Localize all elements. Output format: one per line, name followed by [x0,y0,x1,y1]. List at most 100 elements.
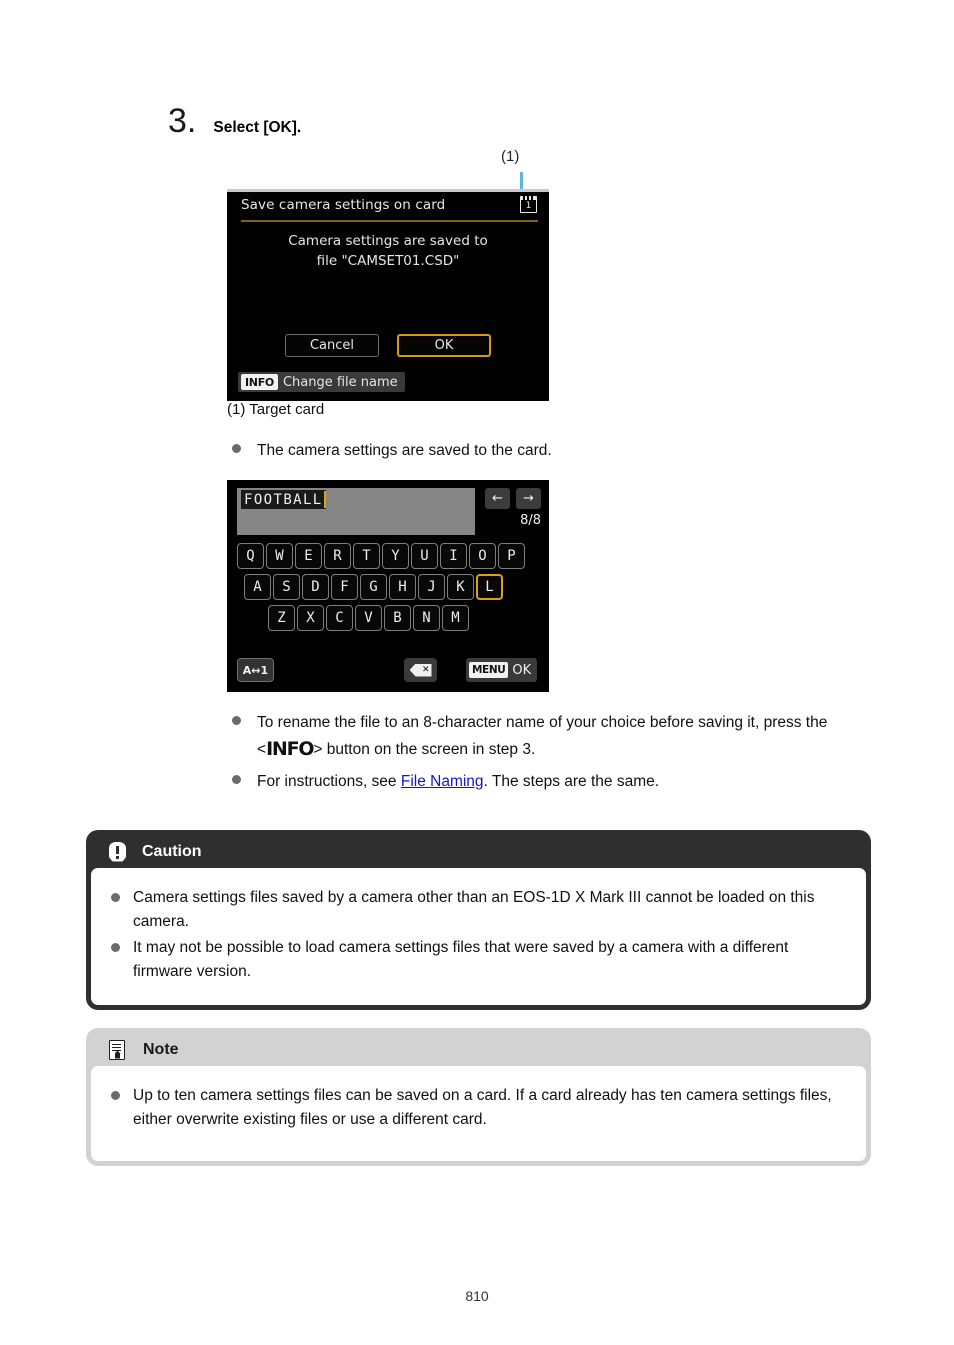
file-naming-link[interactable]: File Naming [401,773,484,790]
bullet-rename-file-text: To rename the file to an 8-character nam… [257,710,882,763]
dialog-message: Camera settings are saved to file "CAMSE… [227,231,549,271]
key-g[interactable]: G [360,574,387,600]
keyboard-row-2: A S D F G H J K L [244,574,503,600]
page-number: 810 [465,1288,489,1304]
card-slot-number: 1 [525,201,532,211]
key-b[interactable]: B [384,605,411,631]
key-o[interactable]: O [469,543,496,569]
key-w[interactable]: W [266,543,293,569]
bullet-dot-icon [111,1091,120,1100]
bullet-saved-to-card-text: The camera settings are saved to the car… [257,442,552,459]
arrow-right-icon[interactable]: → [516,488,541,509]
note-box: Note Up to ten camera settings files can… [86,1028,871,1166]
note-document-icon [109,1039,125,1060]
dialog-top-bar [227,189,549,192]
key-a[interactable]: A [244,574,271,600]
key-q[interactable]: Q [237,543,264,569]
keyboard-bottom-bar: A↔1 ✕ MENU OK [227,658,549,686]
file-name-input-field[interactable]: FOOTBALL [237,488,475,535]
menu-button-badge: MENU [469,662,509,678]
instructions-part2: . The steps are the same. [483,773,660,790]
key-r[interactable]: R [324,543,351,569]
bullet-dot-icon [111,943,120,952]
key-t[interactable]: T [353,543,380,569]
bullet-dot-icon [232,716,241,725]
key-n[interactable]: N [413,605,440,631]
input-mode-toggle[interactable]: A↔1 [237,658,274,682]
file-name-entry: FOOTBALL [241,490,326,509]
key-y[interactable]: Y [382,543,409,569]
change-file-name-action[interactable]: INFO Change file name [238,372,405,392]
key-s[interactable]: S [273,574,300,600]
key-h[interactable]: H [389,574,416,600]
key-k[interactable]: K [447,574,474,600]
key-i[interactable]: I [440,543,467,569]
bullet-rename-file: To rename the file to an 8-character nam… [232,710,882,763]
keyboard-row-1: Q W E R T Y U I O P [237,543,525,569]
dialog-title-underline [241,220,538,222]
caution-box: Caution Camera settings files saved by a… [86,830,871,1010]
rename-text-part2: > button on the screen in step 3. [313,741,536,758]
step-heading: 3. Select [OK]. [168,104,301,138]
list-item: It may not be possible to load camera se… [111,936,846,984]
info-button-badge: INFO [241,374,278,390]
menu-ok-label: OK [512,662,532,678]
note-header: Note [91,1033,866,1066]
step-title: Select [OK]. [213,119,302,136]
caution-list: Camera settings files saved by a camera … [111,886,846,984]
dialog-button-row: Cancel OK [227,334,549,357]
cancel-button[interactable]: Cancel [285,334,379,357]
bullet-dot-icon [232,444,241,453]
caution-heading: Caution [142,842,202,860]
text-caret [323,491,326,508]
bullet-instructions-text: For instructions, see File Naming. The s… [257,769,659,795]
dialog-message-line2: file "CAMSET01.CSD" [316,253,460,269]
key-c[interactable]: C [326,605,353,631]
dialog-title-row: Save camera settings on card 1 [241,196,537,213]
bullet-dot-icon [111,893,120,902]
key-p[interactable]: P [498,543,525,569]
target-card-caption: (1) Target card [227,401,325,418]
character-count: 8/8 [520,513,541,528]
cursor-arrow-group: ← → [485,488,541,509]
dialog-title: Save camera settings on card [241,196,446,213]
key-f[interactable]: F [331,574,358,600]
file-name-value: FOOTBALL [244,491,323,508]
sd-card-icon: 1 [520,196,537,213]
note-body: Up to ten camera settings files can be s… [91,1066,866,1161]
list-item: Camera settings files saved by a camera … [111,886,846,934]
note-heading: Note [143,1040,179,1058]
keyboard-row-3: Z X C V B N M [268,605,469,631]
backspace-button[interactable]: ✕ [404,658,437,682]
key-l[interactable]: L [476,574,503,600]
change-file-name-label: Change file name [282,374,398,390]
instructions-part1: For instructions, see [257,773,401,790]
menu-ok-button[interactable]: MENU OK [466,658,538,682]
caution-body: Camera settings files saved by a camera … [91,868,866,1005]
callout-label-1: (1) [501,148,520,165]
key-x[interactable]: X [297,605,324,631]
ok-button[interactable]: OK [397,334,491,357]
key-j[interactable]: J [418,574,445,600]
caution-item-text: It may not be possible to load camera se… [133,939,789,980]
backspace-icon: ✕ [409,663,432,677]
note-list: Up to ten camera settings files can be s… [111,1084,846,1132]
key-u[interactable]: U [411,543,438,569]
dialog-message-line1: Camera settings are saved to [288,233,488,249]
key-z[interactable]: Z [268,605,295,631]
key-m[interactable]: M [442,605,469,631]
info-button-glyph-icon: INFO [266,738,315,760]
list-item: Up to ten camera settings files can be s… [111,1084,846,1132]
key-e[interactable]: E [295,543,322,569]
key-d[interactable]: D [302,574,329,600]
bullet-saved-to-card: The camera settings are saved to the car… [232,438,872,464]
arrow-left-icon[interactable]: ← [485,488,510,509]
caution-header: Caution [91,835,866,868]
caution-exclamation-icon [109,841,126,862]
file-name-keyboard-screenshot: FOOTBALL ← → 8/8 Q W E R T Y U I O P A S… [227,480,549,692]
note-item-text: Up to ten camera settings files can be s… [133,1087,832,1128]
key-v[interactable]: V [355,605,382,631]
step-number: 3. [168,102,197,140]
bullet-instructions: For instructions, see File Naming. The s… [232,769,882,795]
bullet-dot-icon [232,775,241,784]
